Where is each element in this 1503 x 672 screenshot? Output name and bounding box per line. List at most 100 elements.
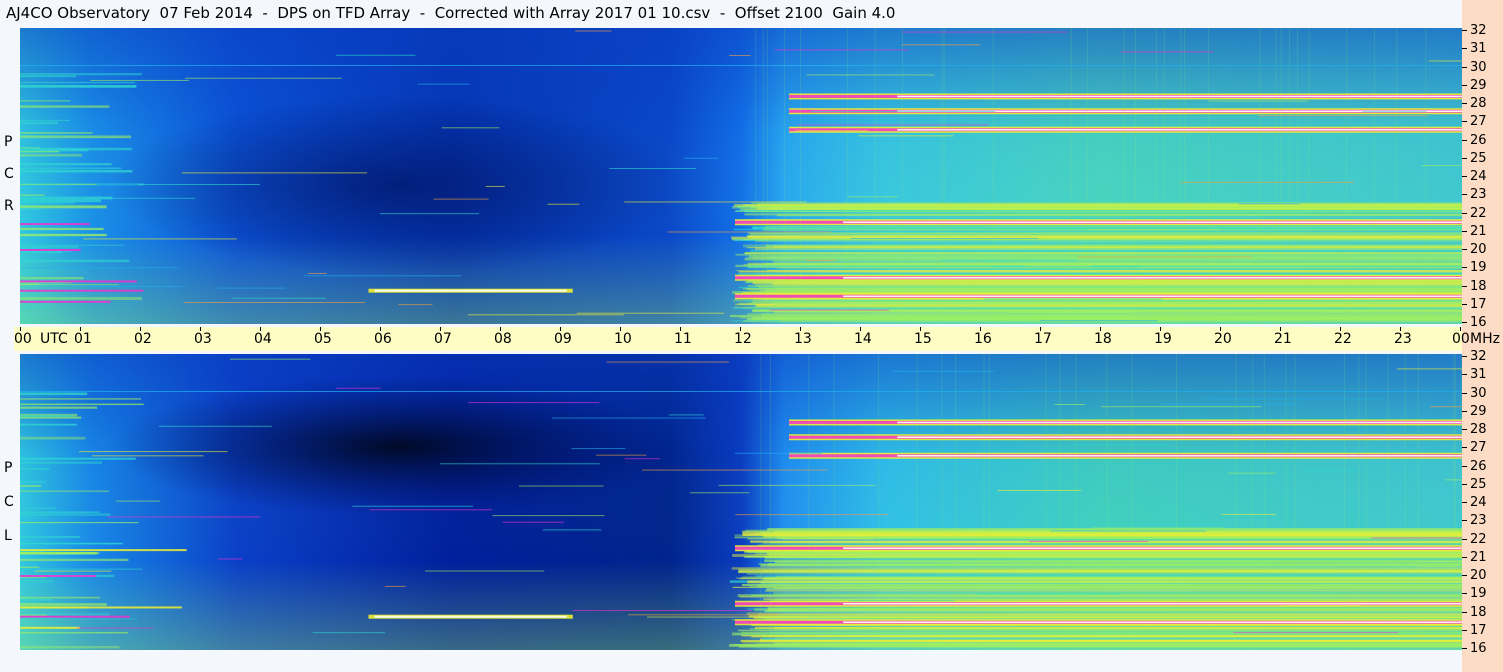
- freq-line-30: [20, 65, 1462, 66]
- station-line: [116, 500, 161, 502]
- station-line: [1164, 403, 1299, 405]
- time-tick-label: 03: [194, 331, 212, 347]
- rcp-label-r: R: [4, 198, 14, 214]
- interference-band-peak: [843, 221, 1462, 224]
- station-line: [433, 198, 489, 200]
- station-line: [940, 259, 1077, 261]
- time-tick-label: 10: [614, 331, 632, 347]
- station-line: [335, 54, 416, 56]
- station-line: [1221, 513, 1277, 515]
- frequency-tick-mark: [1462, 520, 1467, 522]
- frequency-tick-label: 30: [1470, 385, 1487, 401]
- rcp-label-c: C: [4, 166, 14, 182]
- left-band: [20, 626, 81, 629]
- activity-band: [20, 202, 75, 204]
- activity-band: [20, 259, 130, 263]
- time-tick-label: 06: [374, 331, 392, 347]
- left-band: [20, 549, 187, 552]
- activity-band: [743, 300, 1462, 302]
- activity-band: [20, 484, 42, 487]
- activity-band: [20, 105, 110, 108]
- frequency-tick-label: 32: [1470, 23, 1487, 38]
- activity-band: [20, 227, 104, 231]
- activity-band: [773, 245, 1462, 248]
- time-tick-mark: [1280, 327, 1281, 331]
- interference-band-peak: [843, 602, 1462, 605]
- activity-band: [20, 75, 77, 78]
- frequency-tick-mark: [1462, 249, 1467, 250]
- activity-band: [20, 618, 138, 620]
- station-line: [977, 593, 1121, 595]
- station-line: [217, 558, 243, 560]
- activity-band: [20, 73, 142, 76]
- station-line: [901, 44, 981, 46]
- lcp-label-c: C: [4, 494, 14, 510]
- activity-band: [20, 596, 101, 599]
- activity-band: [747, 313, 1462, 315]
- activity-band: [752, 281, 1462, 285]
- rcp-spectrogram: [20, 28, 1462, 324]
- vertical-streak: [1365, 354, 1367, 650]
- activity-band: [742, 534, 1462, 537]
- station-line: [1204, 398, 1383, 400]
- activity-band: [743, 307, 1462, 309]
- vertical-streak: [762, 28, 764, 324]
- activity-band: [20, 245, 79, 249]
- frequency-tick-label: 23: [1470, 187, 1487, 203]
- activity-band: [20, 645, 120, 649]
- time-tick-mark: [620, 327, 621, 331]
- time-tick-mark: [20, 327, 21, 331]
- activity-band: [20, 513, 111, 516]
- activity-band: [20, 406, 98, 409]
- left-band: [20, 249, 81, 251]
- activity-band: [20, 403, 144, 406]
- vertical-streak: [800, 28, 802, 324]
- activity-band: [766, 588, 1462, 591]
- frequency-tick-mark: [1462, 374, 1467, 376]
- lcp-label-l: L: [4, 528, 12, 544]
- station-line: [303, 275, 461, 277]
- frequency-tick-mark: [1462, 575, 1467, 576]
- frequency-tick-label: 17: [1470, 622, 1487, 638]
- activity-band: [747, 231, 1462, 234]
- time-tick-label: 18: [1094, 331, 1112, 347]
- activity-band: [746, 573, 1462, 575]
- vertical-streak: [770, 354, 772, 650]
- station-line: [729, 54, 751, 56]
- activity-band: [772, 302, 1462, 306]
- station-line: [158, 425, 272, 427]
- frequency-tick-label: 18: [1470, 278, 1487, 294]
- station-line: [352, 505, 474, 507]
- frequency-tick-mark: [1462, 483, 1467, 485]
- activity-band: [20, 199, 102, 203]
- time-tick-mark: [440, 327, 441, 331]
- time-tick-label: 07: [434, 331, 452, 347]
- vertical-streak: [1294, 354, 1296, 650]
- frequency-tick-label: 29: [1470, 77, 1487, 93]
- activity-band: [20, 522, 139, 524]
- activity-band: [20, 461, 102, 464]
- vertical-streak: [1207, 28, 1209, 324]
- vertical-streak: [1275, 28, 1277, 324]
- interference-band-peak: [843, 276, 1462, 279]
- activity-band: [20, 81, 136, 84]
- station-line: [668, 414, 704, 416]
- vertical-streak: [1263, 354, 1265, 650]
- station-line: [492, 515, 605, 517]
- freq-line-30: [20, 391, 1462, 392]
- activity-band: [737, 629, 1462, 632]
- time-tick-label: 13: [794, 331, 812, 347]
- frequency-tick-mark: [1462, 303, 1467, 305]
- activity-band: [20, 398, 142, 400]
- station-line: [79, 451, 228, 453]
- vertical-streak: [833, 354, 835, 650]
- time-tick-label: 23: [1394, 331, 1412, 347]
- frequency-tick-mark: [1462, 121, 1467, 123]
- station-line: [1078, 256, 1252, 258]
- vertical-streak: [1288, 28, 1290, 324]
- station-line: [1025, 265, 1091, 267]
- station-line: [596, 454, 647, 456]
- time-tick-label: 12: [734, 331, 752, 347]
- time-tick-label: 11: [674, 331, 692, 347]
- activity-band: [20, 119, 70, 122]
